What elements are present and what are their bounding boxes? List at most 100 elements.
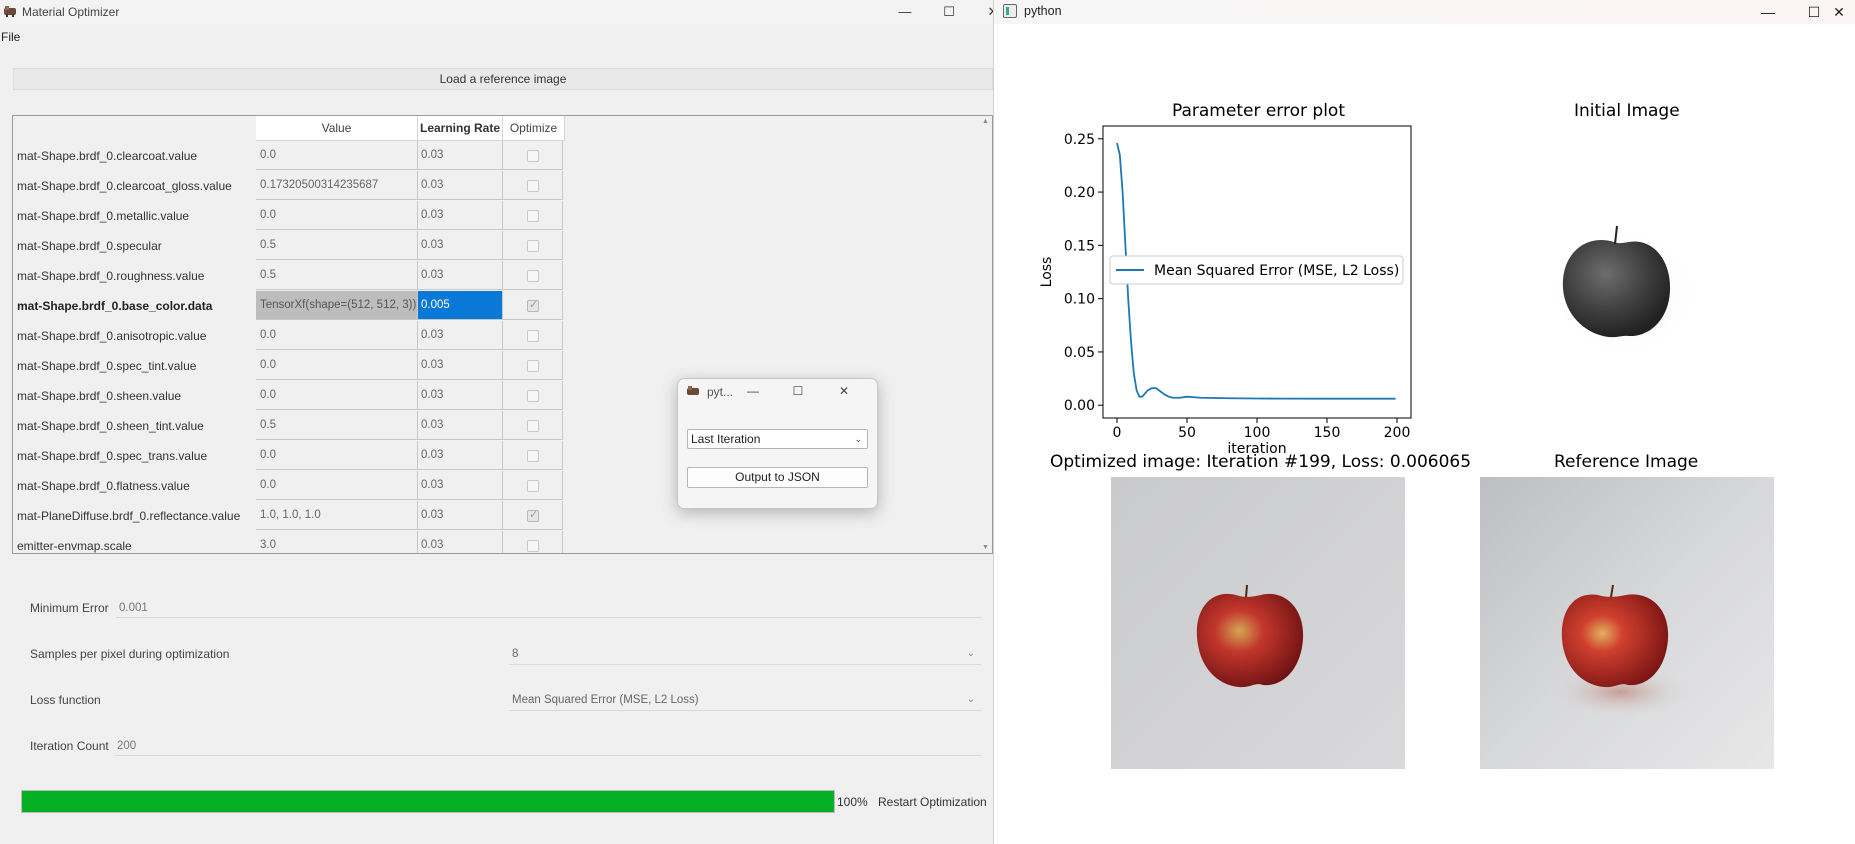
learning-rate-cell[interactable]: 0.03: [418, 381, 503, 410]
param-value-cell[interactable]: 0.0: [256, 141, 418, 170]
table-row[interactable]: mat-PlaneDiffuse.brdf_0.reflectance.valu…: [13, 501, 565, 531]
optimize-checkbox[interactable]: [527, 180, 539, 192]
output-json-button[interactable]: Output to JSON: [687, 467, 868, 488]
table-row[interactable]: mat-Shape.brdf_0.clearcoat_gloss.value 0.…: [13, 171, 565, 201]
param-value-cell[interactable]: 0.0: [256, 201, 418, 230]
optimize-checkbox[interactable]: [527, 390, 539, 402]
learning-rate-cell[interactable]: 0.03: [418, 201, 503, 230]
learning-rate-cell[interactable]: 0.005: [418, 291, 503, 320]
param-value-cell[interactable]: 0.0: [256, 381, 418, 410]
optimize-checkbox[interactable]: [527, 540, 539, 552]
learning-rate-cell[interactable]: 0.03: [418, 171, 503, 200]
learning-rate-cell[interactable]: 0.03: [418, 441, 503, 470]
learning-rate-cell[interactable]: 0.03: [418, 471, 503, 500]
table-row[interactable]: mat-Shape.brdf_0.spec_trans.value 0.0 0.03: [13, 441, 565, 471]
param-value-cell[interactable]: 3.0: [256, 531, 418, 553]
learning-rate-cell[interactable]: 0.03: [418, 231, 503, 260]
load-reference-image-button[interactable]: Load a reference image: [13, 68, 993, 90]
optimize-checkbox[interactable]: [527, 330, 539, 342]
table-row[interactable]: mat-Shape.brdf_0.specular 0.5 0.03: [13, 231, 565, 261]
param-name: mat-PlaneDiffuse.brdf_0.reflectance.valu…: [17, 509, 241, 523]
dialog-maximize-button[interactable]: ☐: [786, 382, 810, 400]
optimize-checkbox[interactable]: [527, 480, 539, 492]
learning-rate-cell[interactable]: 0.03: [418, 321, 503, 350]
table-row[interactable]: mat-Shape.brdf_0.anisotropic.value 0.0 0.0…: [13, 321, 565, 351]
loss-fn-value: Mean Squared Error (MSE, L2 Loss): [512, 694, 699, 706]
chevron-down-icon: ⌄: [966, 648, 975, 659]
optimize-checkbox[interactable]: [527, 450, 539, 462]
param-value-cell[interactable]: TensorXf(shape=(512, 512, 3)): [256, 291, 418, 320]
param-value-cell[interactable]: 0.0: [256, 441, 418, 470]
header-optimize[interactable]: Optimize: [503, 116, 565, 141]
maximize-button[interactable]: ☐: [934, 2, 964, 22]
iteration-count-input[interactable]: 200: [114, 736, 981, 756]
progress-bar: [21, 790, 835, 813]
table-row[interactable]: mat-Shape.brdf_0.base_color.data TensorXf…: [13, 291, 565, 321]
close-button[interactable]: ✕: [978, 2, 993, 22]
iteration-select[interactable]: Last Iteration ⌄: [687, 429, 868, 449]
titlebar: Material Optimizer — ☐ ✕: [0, 0, 993, 24]
param-name: mat-Shape.brdf_0.metallic.value: [17, 209, 190, 223]
chevron-down-icon: ⌄: [854, 434, 862, 444]
table-row[interactable]: mat-Shape.brdf_0.metallic.value 0.0 0.03: [13, 201, 565, 231]
table-row[interactable]: mat-Shape.brdf_0.spec_tint.value 0.0 0.03: [13, 351, 565, 381]
spp-select[interactable]: 8 ⌄: [509, 643, 981, 665]
menu-file[interactable]: File: [1, 30, 20, 44]
table-scrollbar[interactable]: ▲ ▼: [980, 116, 992, 553]
optimize-checkbox[interactable]: [527, 360, 539, 372]
param-name: mat-Shape.brdf_0.base_color.data: [17, 299, 213, 313]
param-name: mat-Shape.brdf_0.specular: [17, 239, 162, 253]
learning-rate-cell[interactable]: 0.03: [418, 411, 503, 440]
optimize-checkbox[interactable]: [527, 150, 539, 162]
learning-rate-cell[interactable]: 0.03: [418, 141, 503, 170]
table-row[interactable]: mat-Shape.brdf_0.sheen_tint.value 0.5 0.03: [13, 411, 565, 441]
param-value-cell[interactable]: 0.5: [256, 261, 418, 290]
table-row[interactable]: mat-Shape.brdf_0.sheen.value 0.0 0.03: [13, 381, 565, 411]
loss-fn-select[interactable]: Mean Squared Error (MSE, L2 Loss) ⌄: [509, 689, 981, 711]
scroll-up-icon[interactable]: ▲: [982, 118, 989, 125]
y-tick-label: 0.05: [1064, 345, 1095, 361]
dialog-close-button[interactable]: ✕: [832, 382, 856, 400]
param-value-cell[interactable]: 0.17320500314235687: [256, 171, 418, 200]
param-value-cell[interactable]: 0.5: [256, 231, 418, 260]
min-error-input[interactable]: 0.001: [116, 598, 981, 618]
export-dialog: pyt... — ☐ ✕ Last Iteration ⌄ Output to …: [677, 378, 878, 509]
optimize-checkbox[interactable]: [527, 210, 539, 222]
param-value-cell[interactable]: 0.0: [256, 321, 418, 350]
param-value-cell[interactable]: 0.0: [256, 351, 418, 380]
optimize-checkbox[interactable]: [527, 298, 539, 312]
chevron-down-icon: ⌄: [966, 694, 975, 705]
param-name: mat-Shape.brdf_0.roughness.value: [17, 269, 205, 283]
optimize-checkbox[interactable]: [527, 270, 539, 282]
app-icon: [687, 386, 699, 395]
table-row[interactable]: emitter-envmap.scale 3.0 0.03: [13, 531, 565, 553]
table-row[interactable]: mat-Shape.brdf_0.roughness.value 0.5 0.03: [13, 261, 565, 291]
param-name: mat-Shape.brdf_0.clearcoat_gloss.value: [17, 179, 232, 193]
learning-rate-cell[interactable]: 0.03: [418, 531, 503, 553]
param-name: mat-Shape.brdf_0.sheen.value: [17, 389, 182, 403]
optimized-image: [1111, 477, 1405, 769]
param-value-cell[interactable]: 1.0, 1.0, 1.0: [256, 501, 418, 530]
param-value-cell[interactable]: 0.5: [256, 411, 418, 440]
dialog-minimize-button[interactable]: —: [741, 382, 765, 400]
y-axis-label: Loss: [1039, 257, 1055, 288]
optimize-checkbox[interactable]: [527, 420, 539, 432]
optimize-checkbox[interactable]: [527, 508, 539, 522]
minimize-button[interactable]: —: [890, 2, 920, 22]
learning-rate-cell[interactable]: 0.03: [418, 261, 503, 290]
param-name: emitter-envmap.scale: [17, 539, 132, 553]
spp-value: 8: [512, 648, 519, 660]
scroll-down-icon[interactable]: ▼: [982, 544, 989, 551]
optimize-cell: [503, 321, 563, 350]
learning-rate-cell[interactable]: 0.03: [418, 351, 503, 380]
optimize-checkbox[interactable]: [527, 240, 539, 252]
learning-rate-cell[interactable]: 0.03: [418, 501, 503, 530]
menubar: File: [0, 28, 993, 48]
restart-optimization-button[interactable]: Restart Optimization: [876, 791, 989, 813]
table-row[interactable]: mat-Shape.brdf_0.clearcoat.value 0.0 0.03: [13, 141, 565, 171]
header-learning-rate[interactable]: Learning Rate: [418, 116, 503, 141]
table-row[interactable]: mat-Shape.brdf_0.flatness.value 0.0 0.03: [13, 471, 565, 501]
header-value[interactable]: Value: [256, 116, 418, 141]
param-value-cell[interactable]: 0.0: [256, 471, 418, 500]
x-tick-label: 50: [1178, 425, 1196, 441]
